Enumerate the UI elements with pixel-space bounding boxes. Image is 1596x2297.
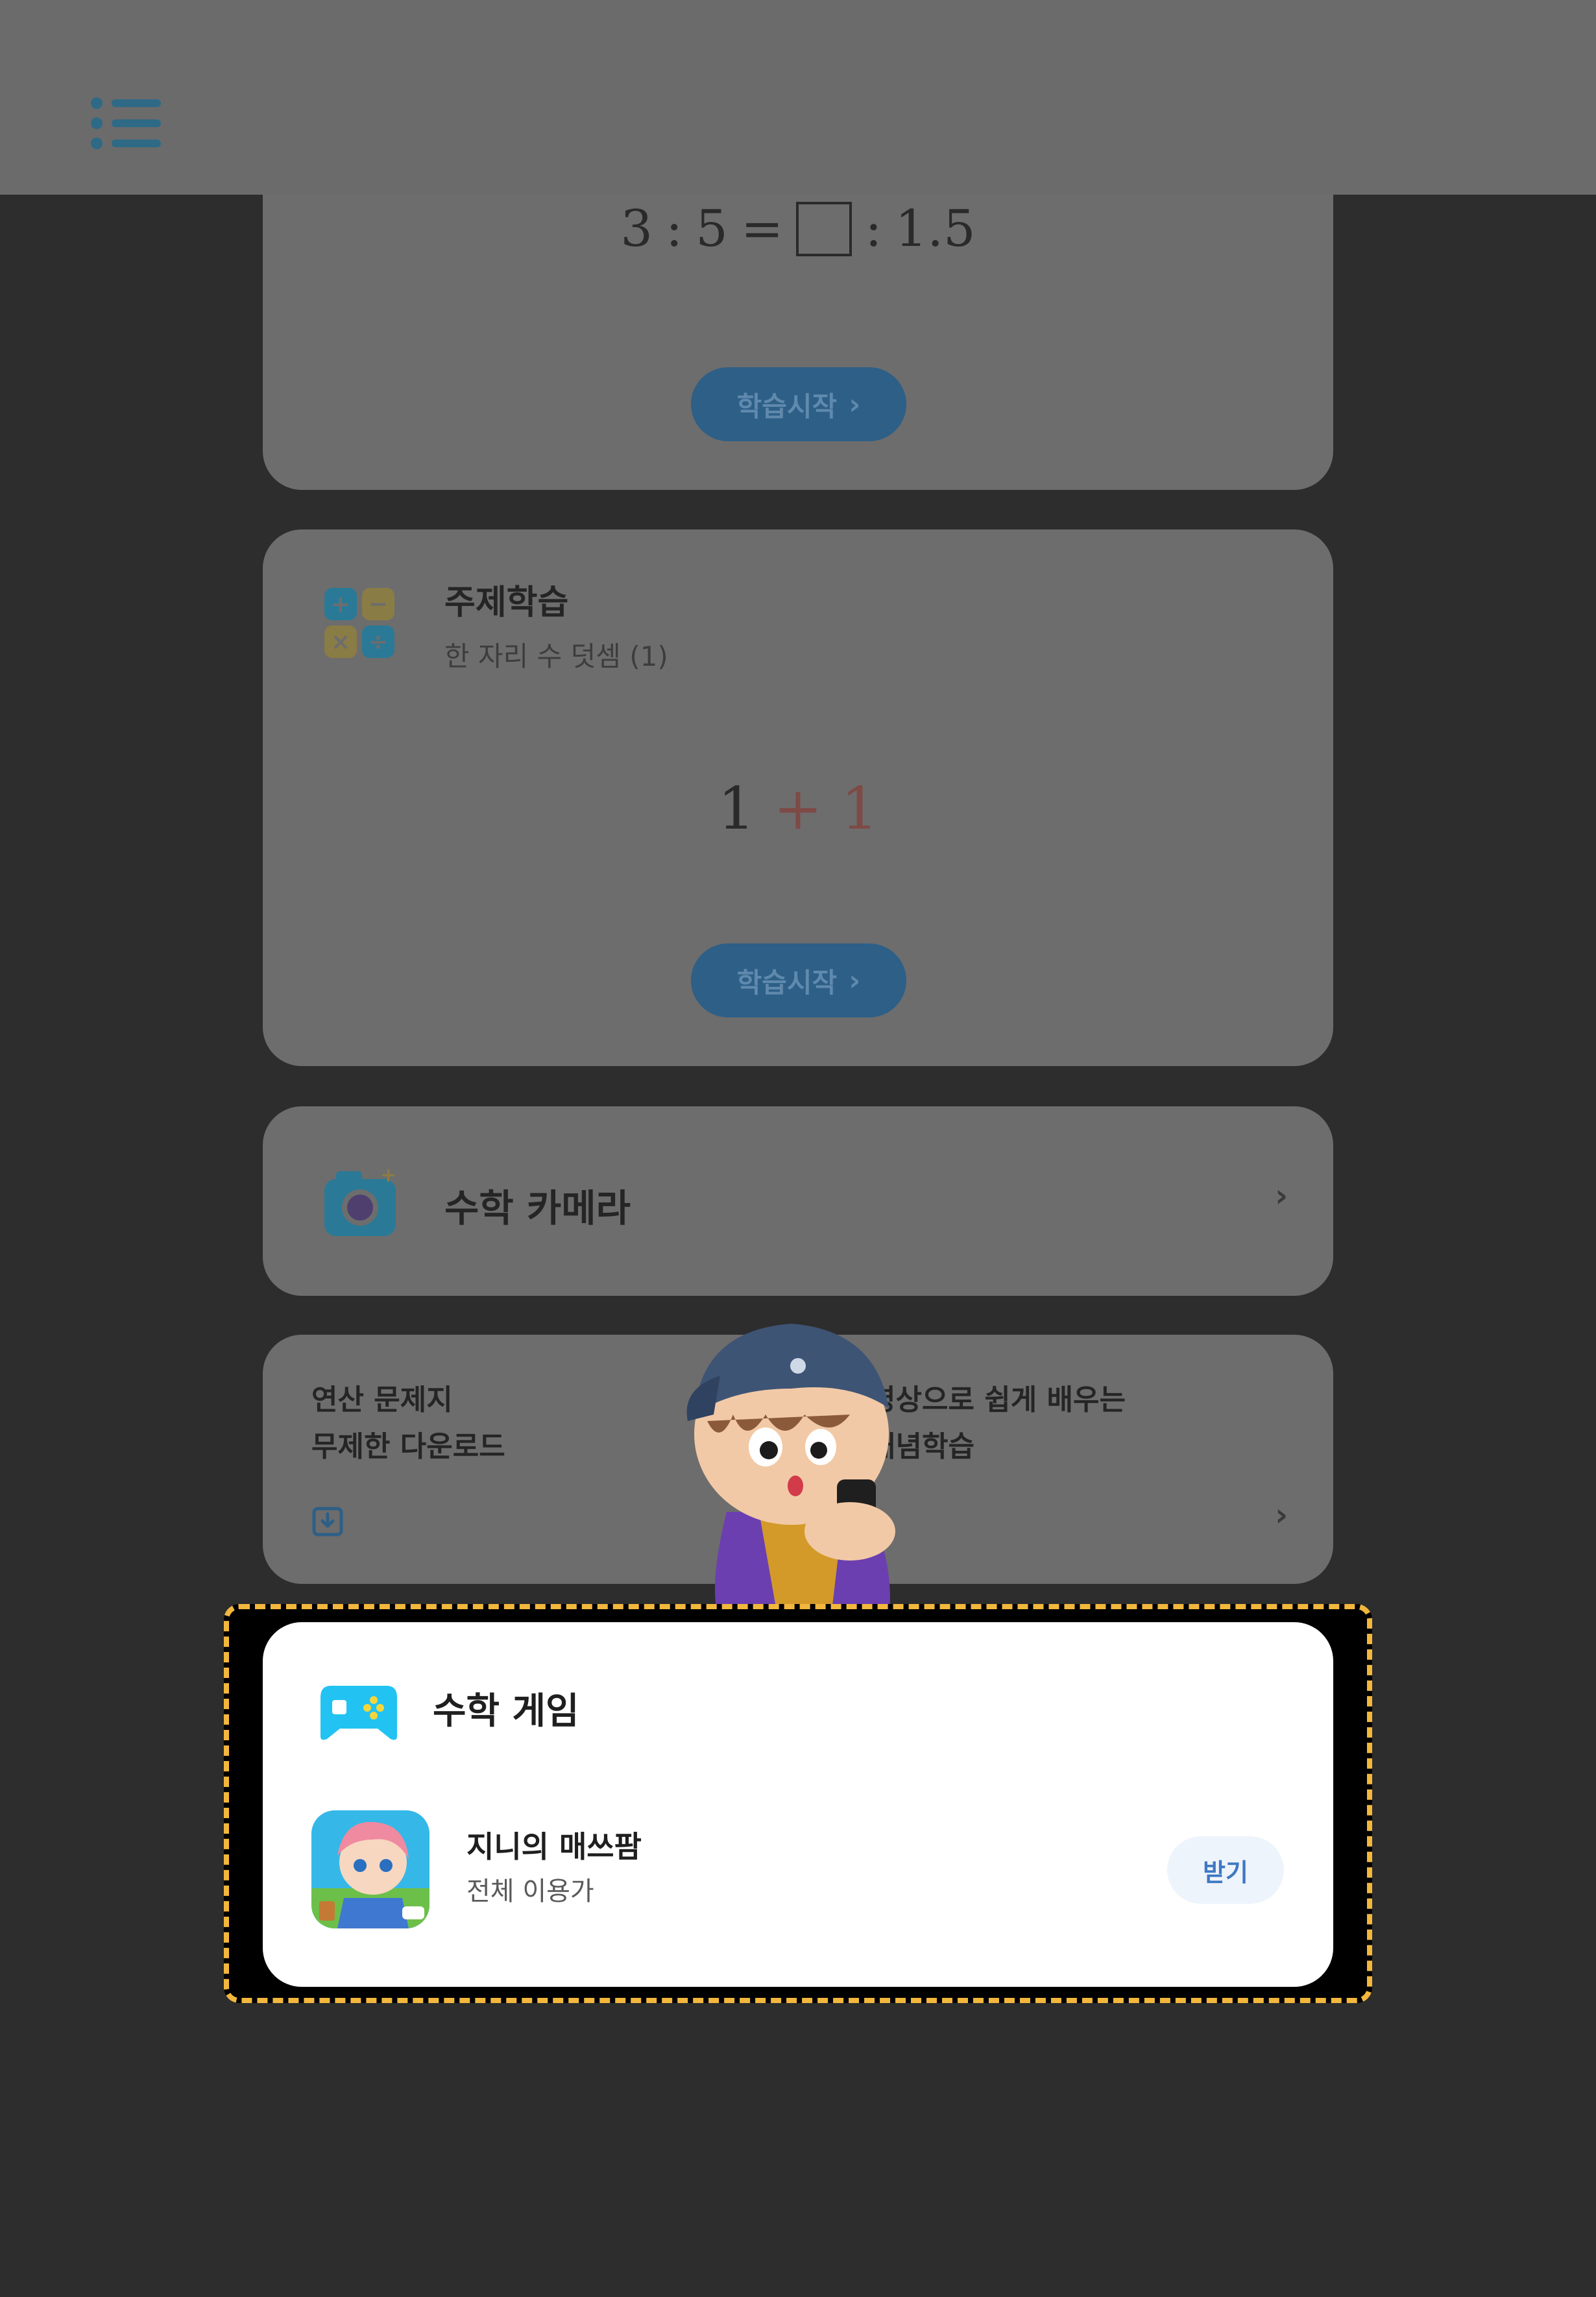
app-name: 지니의 매쓰팜 bbox=[466, 1829, 642, 1864]
math-game-card: 수학 게임 지니의 매쓰팜 전체 이용가 받기 bbox=[263, 1622, 1333, 1987]
download-icon bbox=[312, 1507, 343, 1537]
chevron-right-icon: › bbox=[1275, 1178, 1288, 1214]
camera-label: 수학 카메라 bbox=[444, 1186, 631, 1230]
game-section-title: 수학 게임 bbox=[433, 1690, 579, 1732]
app-icon-math-farm[interactable] bbox=[311, 1810, 429, 1928]
svg-text:+: + bbox=[380, 1165, 396, 1187]
addition-expression: 1 + 1 bbox=[718, 775, 878, 843]
chevron-right-icon: › bbox=[849, 387, 861, 421]
camera-icon: + bbox=[324, 1165, 396, 1236]
math-camera-card[interactable]: + 수학 카메라 › bbox=[263, 1106, 1333, 1296]
chevron-right-icon: › bbox=[849, 964, 861, 997]
answer-box bbox=[796, 202, 852, 256]
top-bar bbox=[0, 0, 1596, 195]
topic-study-card: + − × ÷ 주제학습 한 자리 수 덧셈 (1) 1 + 1 학습시작 › bbox=[263, 529, 1333, 1066]
mascot-character bbox=[686, 1324, 895, 1622]
app-age-rating: 전체 이용가 bbox=[466, 1877, 594, 1906]
ratio-expression: 3 : 5 = : 1.5 bbox=[620, 200, 976, 258]
worksheet-download-promo[interactable]: 연산 문제지 무제한 다운로드 bbox=[311, 1377, 505, 1470]
topic-subtitle: 한 자리 수 덧셈 (1) bbox=[444, 640, 668, 672]
chevron-right-icon: › bbox=[1275, 1497, 1288, 1533]
get-app-button[interactable]: 받기 bbox=[1167, 1836, 1284, 1904]
calculator-ops-icon: + − × ÷ bbox=[324, 588, 396, 659]
start-study-button[interactable]: 학습시작 › bbox=[691, 943, 906, 1017]
list-menu-icon[interactable] bbox=[91, 97, 161, 149]
topic-title: 주제학습 bbox=[444, 583, 569, 622]
start-study-button[interactable]: 학습시작 › bbox=[691, 367, 906, 441]
gamepad-icon bbox=[320, 1686, 397, 1740]
